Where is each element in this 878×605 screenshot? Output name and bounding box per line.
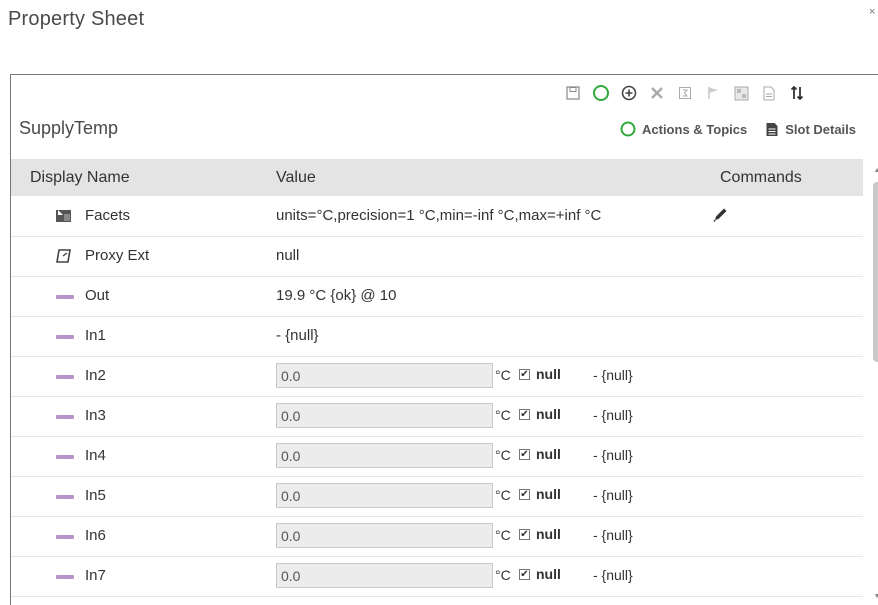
null-label: null [536,526,561,542]
slot-name: In1 [85,327,106,344]
slot-dash-icon [56,495,74,499]
toolbar [559,83,811,103]
slot-table: Facets units=°C,precision=1 °C,min=-inf … [11,197,863,597]
column-header-commands[interactable]: Commands [720,169,802,187]
slot-name: In2 [85,367,106,384]
null-checkbox[interactable]: ✔ [519,489,530,500]
delete-icon[interactable] [643,83,671,103]
actions-topics-label: Actions & Topics [642,121,748,137]
table-row[interactable]: In3 °C ✔ null - {null} [11,397,863,437]
null-label: null [536,566,561,582]
null-checkbox[interactable]: ✔ [519,569,530,580]
doc-icon[interactable] [755,83,783,103]
slot-details-link[interactable]: Slot Details [765,122,856,137]
slot-status: - {null} [593,567,633,583]
slot-status: - {null} [593,527,633,543]
table-row[interactable]: In6 °C ✔ null - {null} [11,517,863,557]
sort-icon[interactable] [783,83,811,103]
scroll-down-arrow-icon[interactable]: ▼ [873,593,878,600]
action-circle-icon[interactable] [587,83,615,103]
slot-dash-icon [56,415,74,419]
doc-icon [766,122,778,136]
table-row[interactable]: In1 - {null} [11,317,863,357]
table-row[interactable]: Proxy Ext null [11,237,863,277]
slot-status: - {null} [593,487,633,503]
slot-dash-icon [56,375,74,379]
slot-dash-icon [56,295,74,299]
table-row[interactable]: Facets units=°C,precision=1 °C,min=-inf … [11,197,863,237]
scroll-thumb[interactable] [873,182,878,362]
slot-status: - {null} [593,447,633,463]
unit-label: °C [495,487,511,503]
vertical-scrollbar[interactable]: ▲ ▼ [873,167,878,603]
unit-label: °C [495,367,511,383]
action-circle-icon [620,121,636,137]
actions-topics-link[interactable]: Actions & Topics [620,121,747,137]
null-checkbox[interactable]: ✔ [519,409,530,420]
slot-details-label: Slot Details [785,121,857,137]
slot-name: In4 [85,447,106,464]
null-label: null [536,406,561,422]
value-input[interactable] [276,403,493,428]
value-input[interactable] [276,363,493,388]
flag-icon[interactable] [699,83,727,103]
slot-status: - {null} [593,367,633,383]
slot-name: Facets [85,207,131,224]
table-row[interactable]: In5 °C ✔ null - {null} [11,477,863,517]
save-icon[interactable] [559,83,587,103]
table-header: Display Name Value Commands [11,159,863,196]
table-row[interactable]: In7 °C ✔ null - {null} [11,557,863,597]
slot-name: In3 [85,407,106,424]
proxy-ext-icon [56,249,71,263]
null-label: null [536,366,561,382]
slot-dash-icon [56,455,74,459]
column-header-value[interactable]: Value [276,169,316,187]
slot-value: 19.9 °C {ok} @ 10 [276,287,397,304]
scroll-up-arrow-icon[interactable]: ▲ [873,167,878,174]
null-label: null [536,446,561,462]
null-checkbox[interactable]: ✔ [519,529,530,540]
property-sheet-panel: SupplyTemp Actions & Topics Slot Details… [10,74,878,605]
null-checkbox[interactable]: ✔ [519,449,530,460]
slot-value: units=°C,precision=1 °C,min=-inf °C,max=… [276,207,602,224]
value-input[interactable] [276,563,493,588]
null-label: null [536,486,561,502]
unit-label: °C [495,407,511,423]
slot-name: In6 [85,527,106,544]
slot-sheet-icon[interactable] [671,83,699,103]
table-row[interactable]: In2 °C ✔ null - {null} [11,357,863,397]
unit-label: °C [495,447,511,463]
table-row[interactable]: Out 19.9 °C {ok} @ 10 [11,277,863,317]
value-input[interactable] [276,483,493,508]
add-icon[interactable] [615,83,643,103]
close-icon[interactable]: × [869,6,875,18]
slot-dash-icon [56,535,74,539]
facets-icon [56,210,71,222]
view-links: Actions & Topics Slot Details [620,121,856,137]
table-row[interactable]: In4 °C ✔ null - {null} [11,437,863,477]
slot-name: In7 [85,567,106,584]
unit-label: °C [495,567,511,583]
slot-dash-icon [56,575,74,579]
slot-dash-icon [56,335,74,339]
slot-name: In5 [85,487,106,504]
null-checkbox[interactable]: ✔ [519,369,530,380]
column-header-display-name[interactable]: Display Name [30,169,130,187]
image-icon[interactable] [727,83,755,103]
slot-name: Out [85,287,110,304]
value-input[interactable] [276,443,493,468]
slot-name: Proxy Ext [85,247,150,264]
component-name: SupplyTemp [19,118,119,138]
unit-label: °C [495,527,511,543]
slot-value: null [276,247,300,264]
pencil-icon[interactable] [711,206,729,224]
slot-status: - {null} [593,407,633,423]
page-title: Property Sheet [8,8,145,30]
value-input[interactable] [276,523,493,548]
slot-value: - {null} [276,327,319,344]
